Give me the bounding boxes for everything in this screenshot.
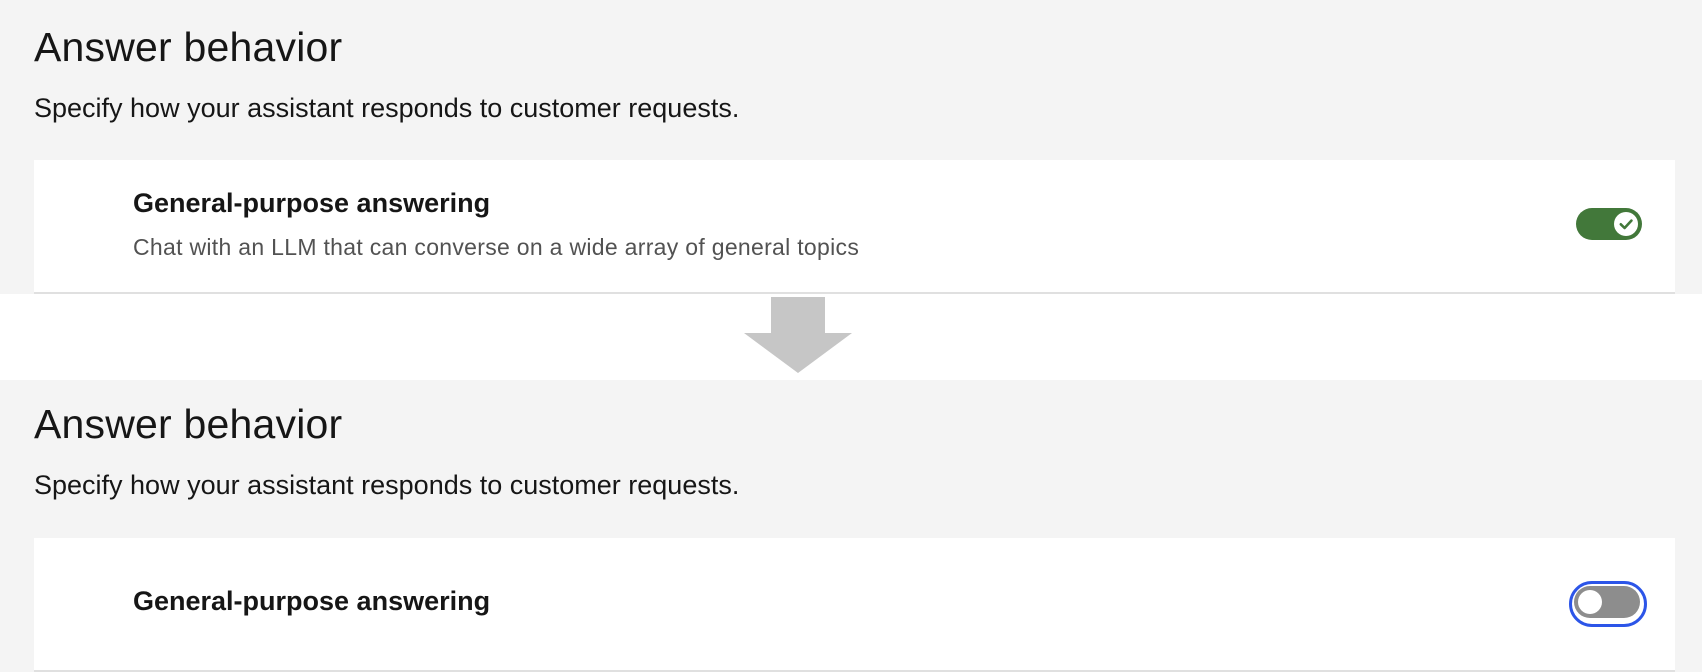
feature-title: General-purpose answering bbox=[133, 188, 491, 218]
toggle-knob bbox=[1578, 590, 1602, 614]
section-description: Specify how your assistant responds to c… bbox=[34, 470, 740, 500]
general-purpose-answering-card: General-purpose answering bbox=[34, 538, 1675, 672]
section-title: Answer behavior bbox=[34, 24, 343, 70]
arrow-down-icon bbox=[744, 297, 852, 373]
general-purpose-answering-card: General-purpose answering Chat with an L… bbox=[34, 160, 1675, 294]
general-purpose-answering-toggle[interactable] bbox=[1574, 586, 1640, 618]
comparison-screenshot: Answer behavior Specify how your assista… bbox=[0, 0, 1702, 672]
checkmark-icon bbox=[1619, 219, 1633, 230]
answer-behavior-panel-before: Answer behavior Specify how your assista… bbox=[0, 0, 1702, 294]
toggle-knob bbox=[1614, 212, 1638, 236]
feature-description: Chat with an LLM that can converse on a … bbox=[133, 234, 860, 260]
section-description: Specify how your assistant responds to c… bbox=[34, 93, 740, 123]
general-purpose-answering-toggle[interactable] bbox=[1576, 208, 1642, 240]
answer-behavior-panel-after: Answer behavior Specify how your assista… bbox=[0, 380, 1702, 672]
section-title: Answer behavior bbox=[34, 401, 343, 447]
feature-title: General-purpose answering bbox=[133, 586, 491, 616]
